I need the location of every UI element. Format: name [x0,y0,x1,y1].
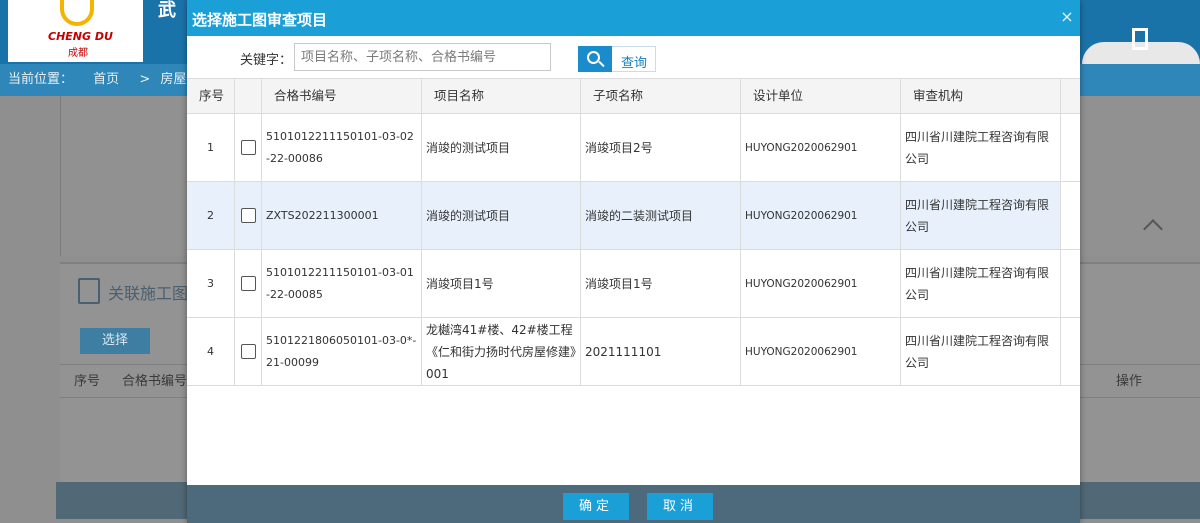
header-title: 武 [158,0,176,21]
sun-logo-icon [60,0,94,26]
search-button-label: 查询 [621,56,648,71]
keyword-input[interactable] [294,43,551,71]
dialog-footer: 确定 取消 [187,485,1080,523]
table-row[interactable]: 2 ZXTS202211300001 消竣的测试项目 消竣的二装测试项目 HUY… [187,182,1080,250]
column-header-no: 序号 [187,79,235,113]
breadcrumb-label: 当前位置： [8,72,74,87]
table-row[interactable]: 3 5101012211150101-03-01-22-00085 消竣项目1号… [187,250,1080,318]
table-header: 序号 合格书编号 项目名称 子项名称 设计单位 审查机构 [187,79,1080,114]
row-checkbox[interactable] [240,276,256,291]
search-icon [578,46,612,72]
section-title: 关联施工图 [108,284,189,303]
keyword-label: 关键字： [240,53,293,68]
select-project-dialog: 选择施工图审查项目 × 关键字： 查询 序号 合格书编号 项目名称 子项名称 设… [187,0,1080,523]
dialog-titlebar: 选择施工图审查项目 × [187,0,1080,36]
column-header-reviewer: 审查机构 [901,79,1061,113]
column-header-cert: 合格书编号 [262,79,422,113]
column-header-designer: 设计单位 [741,79,901,113]
project-table: 序号 合格书编号 项目名称 子项名称 设计单位 审查机构 1 510101221… [187,78,1080,483]
breadcrumb-home[interactable]: 首页 [93,72,119,87]
select-button[interactable]: 选择 [80,328,150,354]
search-bar: 关键字： 查询 [187,36,1080,78]
skyline-decoration [1082,18,1200,64]
search-button[interactable]: 查询 [578,46,656,72]
chengdu-logo: CHENG DU 成都 [8,0,143,62]
document-icon [78,278,100,304]
close-icon[interactable]: × [1060,8,1074,26]
column-header-checkbox [235,79,262,113]
column-header-project: 项目名称 [422,79,581,113]
row-checkbox[interactable] [240,208,256,223]
row-checkbox[interactable] [240,344,256,359]
cancel-button[interactable]: 取消 [647,493,713,520]
confirm-button[interactable]: 确定 [563,493,629,520]
table-row[interactable]: 1 5101012211150101-03-02-22-00086 消竣的测试项… [187,114,1080,182]
row-checkbox[interactable] [240,140,256,155]
breadcrumb-separator: > [139,72,151,87]
dialog-title: 选择施工图审查项目 [192,11,328,29]
table-row[interactable]: 4 5101221806050101-03-0*-21-00099 龙樾湾41#… [187,318,1080,386]
column-header-subitem: 子项名称 [581,79,741,113]
building-icon [1132,28,1148,50]
